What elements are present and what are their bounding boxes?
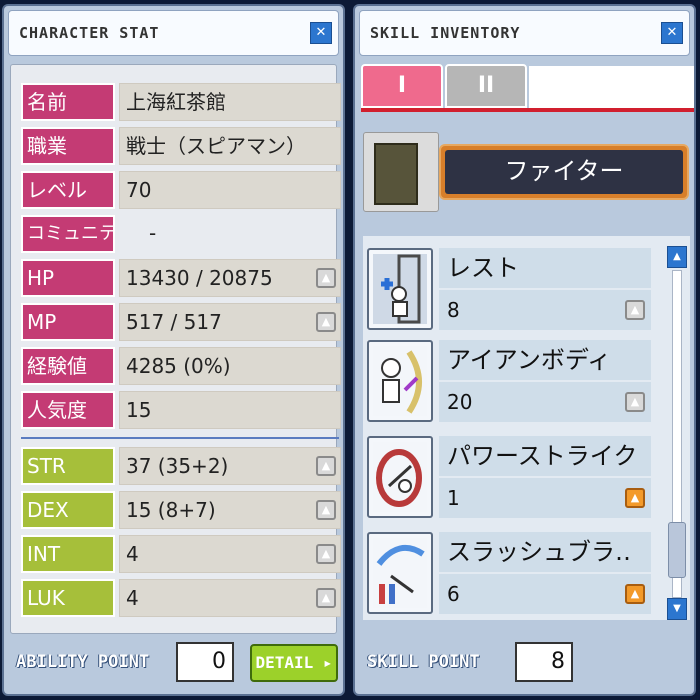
- skill-name: レスト: [439, 248, 651, 288]
- skill-level: 20 ▲: [439, 382, 651, 422]
- ability-value: 4 ▲: [119, 535, 341, 573]
- scroll-thumb[interactable]: [668, 522, 686, 578]
- slash-blast-skill-icon: [367, 532, 433, 614]
- stat-divider: [21, 437, 339, 439]
- stat-label: HP: [21, 259, 115, 297]
- mp-value: 517 / 517: [126, 310, 222, 334]
- stat-value: 15: [119, 391, 341, 429]
- skill-list: レスト 8 ▲ アイアンボディ 20 ▲ パワーストライク 1 ▲ スラッシュブラ‥ …: [363, 236, 690, 620]
- skill-name: アイアンボディ: [439, 340, 651, 380]
- stat-value: 上海紅茶館: [119, 83, 341, 121]
- ability-point-value: 0: [176, 642, 234, 682]
- ability-point-label: ABILITY POINT: [16, 652, 150, 672]
- ability-value: 15 (8+7) ▲: [119, 491, 341, 529]
- skill-up-arrow-icon[interactable]: ▲: [625, 584, 645, 604]
- int-value: 4: [126, 542, 139, 566]
- iron-body-skill-icon: [367, 340, 433, 422]
- skill-point-bar: SKILL POINT 8: [355, 634, 694, 694]
- ability-label: LUK: [21, 579, 115, 617]
- stat-close-icon[interactable]: ✕: [310, 22, 332, 44]
- skill-close-icon[interactable]: ✕: [661, 22, 683, 44]
- hp-value: 13430 / 20875: [126, 266, 273, 290]
- skill-level-value: 8: [447, 298, 460, 322]
- skill-level: 1 ▲: [439, 478, 651, 518]
- int-up-arrow-icon[interactable]: ▲: [316, 544, 336, 564]
- ability-point-bar: ABILITY POINT 0 DETAIL ▸: [4, 634, 343, 694]
- dex-value: 15 (8+7): [126, 498, 216, 522]
- stat-label: MP: [21, 303, 115, 341]
- tab-underline: [361, 108, 694, 112]
- skill-name: パワーストライク: [439, 436, 651, 476]
- stat-content: 名前 上海紅茶館 職業 戦士（スピアマン） レベル 70 コミュニティ - HP…: [10, 64, 341, 634]
- luk-value: 4: [126, 586, 139, 610]
- stat-label: 経験値: [21, 347, 115, 385]
- job-header: ファイター: [363, 128, 690, 218]
- stat-label: コミュニティ: [21, 215, 115, 253]
- stat-value: 13430 / 20875 ▲: [119, 259, 341, 297]
- power-strike-skill-icon: [367, 436, 433, 518]
- skill-level: 6 ▲: [439, 574, 651, 614]
- skill-item-iron-body[interactable]: アイアンボディ 20 ▲: [367, 336, 657, 426]
- detail-button[interactable]: DETAIL ▸: [250, 644, 338, 682]
- ability-label: DEX: [21, 491, 115, 529]
- skill-scrollbar[interactable]: ▲ ▼: [667, 246, 687, 620]
- tab-second-job[interactable]: II: [445, 64, 527, 108]
- skill-book-icon: [363, 132, 439, 212]
- skill-up-arrow-icon[interactable]: ▲: [625, 488, 645, 508]
- stat-label: 名前: [21, 83, 115, 121]
- ability-value: 37 (35+2) ▲: [119, 447, 341, 485]
- character-stat-window: CHARACTER STAT ✕ 名前 上海紅茶館 職業 戦士（スピアマン） レ…: [2, 4, 345, 696]
- stat-value: 4285 (0%): [119, 347, 341, 385]
- skill-inventory-window: SKILL INVENTORY ✕ I II ファイター レスト 8 ▲ アイアン…: [353, 4, 696, 696]
- skill-item-rest[interactable]: レスト 8 ▲: [367, 244, 657, 334]
- ability-label: STR: [21, 447, 115, 485]
- skill-point-value: 8: [515, 642, 573, 682]
- tab-first-job[interactable]: I: [361, 64, 443, 108]
- dex-up-arrow-icon[interactable]: ▲: [316, 500, 336, 520]
- job-name: ファイター: [445, 150, 683, 194]
- ability-label: INT: [21, 535, 115, 573]
- skill-point-label: SKILL POINT: [367, 652, 480, 672]
- skill-up-arrow-icon[interactable]: ▲: [625, 392, 645, 412]
- ability-value: 4 ▲: [119, 579, 341, 617]
- skill-up-arrow-icon[interactable]: ▲: [625, 300, 645, 320]
- skill-level: 8 ▲: [439, 290, 651, 330]
- rest-skill-icon: [367, 248, 433, 330]
- stat-titlebar[interactable]: CHARACTER STAT ✕: [8, 10, 339, 56]
- skill-item-slash-blast[interactable]: スラッシュブラ‥ 6 ▲: [367, 528, 657, 618]
- skill-level-value: 6: [447, 582, 460, 606]
- stat-label: 職業: [21, 127, 115, 165]
- luk-up-arrow-icon[interactable]: ▲: [316, 588, 336, 608]
- job-name-bar: ファイター: [439, 144, 689, 200]
- scroll-up-icon[interactable]: ▲: [667, 246, 687, 268]
- skill-titlebar[interactable]: SKILL INVENTORY ✕: [359, 10, 690, 56]
- str-up-arrow-icon[interactable]: ▲: [316, 456, 336, 476]
- stat-title: CHARACTER STAT: [19, 24, 160, 42]
- scroll-down-icon[interactable]: ▼: [667, 598, 687, 620]
- skill-level-value: 1: [447, 486, 460, 510]
- stat-label: レベル: [21, 171, 115, 209]
- skill-tabs: I II: [361, 64, 694, 112]
- stat-label: 人気度: [21, 391, 115, 429]
- stat-value: 517 / 517 ▲: [119, 303, 341, 341]
- skill-name: スラッシュブラ‥: [439, 532, 651, 572]
- tab-empty-area: [529, 66, 694, 108]
- skill-item-power-strike[interactable]: パワーストライク 1 ▲: [367, 432, 657, 522]
- str-value: 37 (35+2): [126, 454, 229, 478]
- stat-value: 戦士（スピアマン）: [119, 127, 341, 165]
- hp-up-arrow-icon[interactable]: ▲: [316, 268, 336, 288]
- mp-up-arrow-icon[interactable]: ▲: [316, 312, 336, 332]
- skill-title: SKILL INVENTORY: [370, 24, 521, 42]
- skill-level-value: 20: [447, 390, 473, 414]
- stat-value: -: [149, 221, 157, 245]
- stat-value: 70: [119, 171, 341, 209]
